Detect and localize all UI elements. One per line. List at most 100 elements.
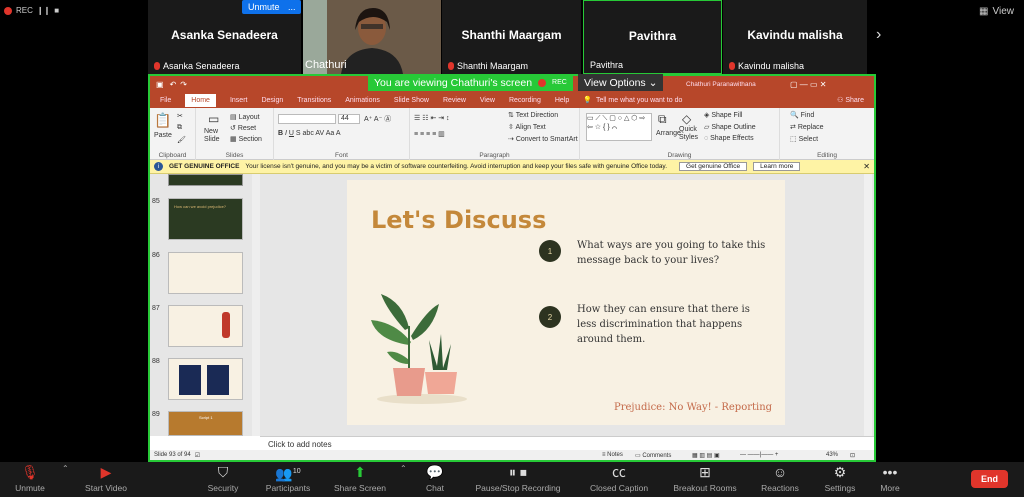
- unmute-pill-button[interactable]: Unmute: [242, 0, 286, 14]
- share-options-caret[interactable]: ⌃: [400, 464, 407, 473]
- participants-button[interactable]: 👥10 Participants: [262, 464, 314, 493]
- replace-button[interactable]: ⇄ Replace: [790, 123, 824, 131]
- font-size-box[interactable]: 44: [338, 114, 360, 124]
- slide-thumbnail[interactable]: [168, 174, 243, 186]
- participant-video-tile[interactable]: Chathuri: [303, 0, 441, 74]
- fit-slide-icon[interactable]: ⊡: [850, 452, 855, 459]
- participant-tile[interactable]: Kavindu malisha Kavindu malisha: [723, 0, 868, 74]
- select-button[interactable]: ⬚ Select: [790, 135, 818, 143]
- tell-me-search[interactable]: Tell me what you want to do: [596, 97, 682, 104]
- tab-transitions[interactable]: Transitions: [297, 97, 331, 104]
- font-grow-icon[interactable]: A⁺ A⁻ Ⓐ: [364, 114, 391, 124]
- learn-more-button[interactable]: Learn more: [753, 162, 801, 171]
- tab-help[interactable]: Help: [555, 97, 569, 104]
- pause-stop-recording-button[interactable]: ⏸ ⏹ Pause/Stop Recording: [474, 464, 562, 493]
- tab-home[interactable]: Home: [185, 93, 216, 107]
- paragraph-group: ☰ ☷ ⇤ ⇥ ↕ ≡ ≡ ≡ ≡ ▥ ⇅ Text Direction ⇳ A…: [410, 108, 580, 160]
- slide-scrollbar[interactable]: [864, 174, 872, 436]
- muted-mic-icon: 🎙: [21, 464, 39, 480]
- status-bar: Slide 93 of 94 ☑ ≡ Notes ▭ Comments ▦ ▥ …: [150, 450, 874, 460]
- slide-thumbnail[interactable]: [168, 305, 243, 347]
- slide-thumbnail[interactable]: [168, 358, 243, 400]
- more-options-button[interactable]: ...: [283, 0, 301, 14]
- notes-pane[interactable]: Click to add notes: [260, 436, 874, 450]
- tab-recording[interactable]: Recording: [509, 97, 541, 104]
- align-text-button[interactable]: ⇳ Align Text: [508, 123, 546, 131]
- audio-options-caret[interactable]: ⌃: [62, 464, 69, 473]
- cut-icon[interactable]: ✂: [177, 112, 183, 120]
- find-button[interactable]: 🔍 Find: [790, 111, 814, 119]
- shape-effects-button[interactable]: ◌ Shape Effects: [704, 135, 754, 142]
- reactions-button[interactable]: ☺ Reactions: [760, 464, 800, 493]
- view-button[interactable]: ▦ View: [979, 6, 1014, 17]
- new-slide-icon[interactable]: ▭: [208, 112, 219, 126]
- share-button[interactable]: ⚇ Share: [837, 96, 864, 104]
- thumbnail-scrollbar[interactable]: [252, 174, 260, 436]
- get-genuine-office-button[interactable]: Get genuine Office: [679, 162, 748, 171]
- notes-button[interactable]: ≡ Notes: [602, 452, 623, 458]
- convert-smartart-button[interactable]: ⇢ Convert to SmartArt: [508, 135, 578, 143]
- chat-button[interactable]: 💬 Chat: [420, 464, 450, 493]
- stop-icon[interactable]: ■: [54, 6, 59, 15]
- zoom-level: 43%: [826, 452, 839, 458]
- shape-fill-button[interactable]: ◈ Shape Fill: [704, 111, 742, 119]
- quick-styles-icon[interactable]: ◇: [682, 112, 691, 126]
- save-icon[interactable]: ▣: [156, 80, 164, 89]
- format-painter-icon[interactable]: 🖌: [177, 136, 186, 144]
- question-number: 2: [539, 306, 561, 328]
- tab-file[interactable]: File: [160, 97, 171, 104]
- book-cover-icon: [207, 365, 229, 395]
- tab-review[interactable]: Review: [443, 97, 466, 104]
- share-screen-icon: ⬆: [354, 464, 366, 480]
- shape-outline-button[interactable]: ▱ Shape Outline: [704, 123, 756, 131]
- closed-caption-button[interactable]: ㏄ Closed Caption: [588, 464, 650, 493]
- reset-button[interactable]: ↺ Reset: [230, 124, 256, 132]
- tab-view[interactable]: View: [480, 97, 495, 104]
- participant-tile[interactable]: Pavithra Pavithra: [583, 0, 722, 74]
- window-controls-icon[interactable]: ▢ — ▭ ✕: [790, 80, 827, 89]
- slide-thumbnail[interactable]: [168, 252, 243, 294]
- unmute-button[interactable]: 🎙 Unmute: [8, 464, 52, 493]
- zoom-slider[interactable]: — ——|—— +: [740, 452, 778, 458]
- shapes-gallery[interactable]: ▭ ⟋ ⟍ ▢ ○ △ ⬡ ⇨ ⇦ ☆ { } ⌒: [586, 113, 652, 141]
- pause-stop-icon: ⏸ ⏹: [509, 464, 527, 480]
- breakout-rooms-button[interactable]: ⊞ Breakout Rooms: [672, 464, 738, 493]
- current-slide[interactable]: Let's Discuss 1 What ways are you going …: [347, 180, 785, 425]
- editing-group: 🔍 Find ⇄ Replace ⬚ Select Editing: [790, 111, 837, 159]
- list-icons[interactable]: ☰ ☷ ⇤ ⇥ ↕: [414, 114, 450, 122]
- comments-button[interactable]: ▭ Comments: [635, 452, 671, 459]
- close-icon[interactable]: ✕: [863, 162, 870, 171]
- potted-plants-illustration: [371, 294, 467, 404]
- align-icons[interactable]: ≡ ≡ ≡ ≡ ▥: [414, 130, 445, 138]
- tab-insert[interactable]: Insert: [230, 97, 248, 104]
- security-button[interactable]: ⛉ Security: [200, 464, 246, 493]
- arrange-icon[interactable]: ⧉: [658, 112, 667, 127]
- settings-button[interactable]: ⚙ Settings: [822, 464, 858, 493]
- font-format-icons[interactable]: B I U S abc AV Aa A: [278, 130, 341, 137]
- slide-thumbnail[interactable]: Script 1: [168, 411, 243, 436]
- copy-icon[interactable]: ⧉: [177, 124, 182, 132]
- participant-tile[interactable]: Shanthi Maargam Shanthi Maargam: [442, 0, 582, 74]
- more-button[interactable]: ••• More: [876, 464, 904, 493]
- redo-icon[interactable]: ↷: [180, 80, 187, 89]
- accessibility-icon[interactable]: ☑: [195, 452, 200, 459]
- text-direction-button[interactable]: ⇅ Text Direction: [508, 111, 558, 119]
- undo-icon[interactable]: ↶: [170, 80, 177, 89]
- share-screen-button[interactable]: ⬆ Share Screen: [333, 464, 387, 493]
- pause-icon[interactable]: ❙❙: [37, 6, 50, 15]
- paste-icon[interactable]: 📋: [154, 112, 171, 129]
- font-name-box[interactable]: [278, 114, 336, 124]
- tab-slideshow[interactable]: Slide Show: [394, 97, 429, 104]
- end-meeting-button[interactable]: End: [971, 470, 1008, 488]
- section-button[interactable]: ▦ Section: [230, 135, 262, 143]
- view-options-button[interactable]: View Options ⌄: [578, 74, 664, 91]
- view-mode-icons[interactable]: ▦ ▥ ▤ ▣: [692, 452, 720, 459]
- tab-animations[interactable]: Animations: [345, 97, 380, 104]
- slide-thumbnail[interactable]: How can we avoid prejudice?: [168, 198, 243, 240]
- start-video-button[interactable]: ▶ Start Video: [80, 464, 132, 493]
- tab-design[interactable]: Design: [261, 97, 283, 104]
- next-page-chevron-icon[interactable]: ›: [876, 26, 881, 44]
- license-notice-bar: i GET GENUINE OFFICE Your license isn't …: [150, 160, 874, 174]
- layout-button[interactable]: ▤ Layout: [230, 113, 260, 121]
- account-name: Chathuri Paranawithana: [686, 80, 756, 88]
